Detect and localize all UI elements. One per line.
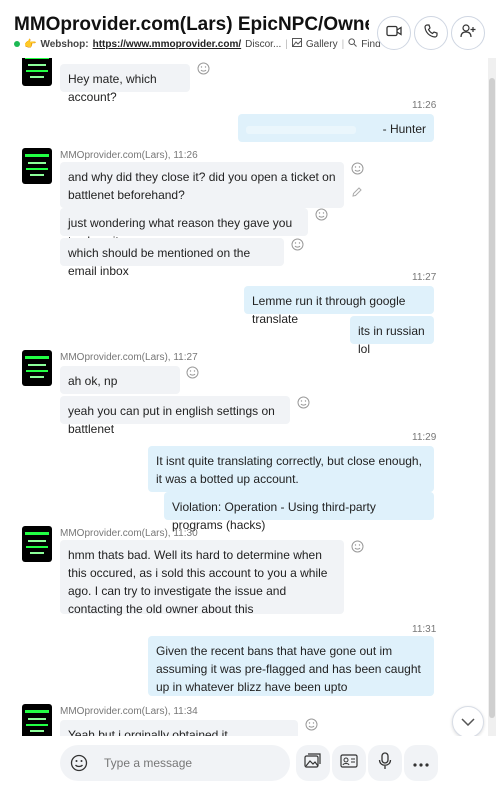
avatar[interactable] (22, 526, 52, 562)
chat-header: MMOprovider.com(Lars) EpicNPC/Owne... 👉 … (0, 0, 496, 59)
timestamp: 11:31 (412, 624, 437, 635)
add-reaction-icon[interactable] (351, 162, 364, 175)
video-call-icon (386, 24, 402, 42)
message-bubble-outgoing[interactable]: It isnt quite translating correctly, but… (148, 446, 434, 492)
redacted-text (246, 125, 356, 134)
message-bubble-incoming[interactable]: ah ok, np (60, 366, 180, 394)
audio-call-button[interactable] (414, 16, 448, 50)
message-bubble-incoming[interactable]: Yeah but i orginally obtained it somewhe… (60, 720, 298, 736)
message-bubble-incoming[interactable]: hmm thats bad. Well its hard to determin… (60, 540, 344, 616)
divider: | (285, 38, 288, 50)
message-bubble-incoming[interactable]: and why did they close it? did you open … (60, 162, 344, 208)
conversation-title[interactable]: MMOprovider.com(Lars) EpicNPC/Owne... (14, 14, 369, 36)
scroll-to-bottom-button[interactable] (452, 706, 484, 738)
timestamp: 11:29 (412, 432, 437, 443)
message-text: its in russian lol (358, 324, 425, 356)
avatar[interactable] (22, 350, 52, 386)
message-list[interactable]: Hey mate, which account? 11:26 - Hunter … (0, 58, 488, 736)
add-person-icon (460, 23, 476, 43)
microphone-icon (378, 751, 392, 775)
webshop-label: Webshop: (40, 38, 89, 50)
add-reaction-icon[interactable] (305, 718, 318, 731)
online-status-dot (14, 41, 20, 47)
add-reaction-icon[interactable] (315, 208, 328, 221)
timestamp: 11:26 (412, 100, 437, 111)
add-reaction-icon[interactable] (351, 540, 364, 553)
message-bubble-outgoing[interactable]: Lemme run it through google translate (244, 286, 434, 326)
voice-message-button[interactable] (368, 745, 402, 781)
search-icon (348, 38, 358, 50)
discord-text: Discor... (245, 38, 282, 50)
message-bubble-outgoing[interactable]: its in russian lol (350, 316, 434, 356)
scrollbar-thumb[interactable] (489, 78, 495, 718)
avatar[interactable] (22, 148, 52, 184)
contact-card-icon (340, 753, 358, 773)
message-text: Hey mate, which account? (68, 72, 157, 104)
message-text: and why did they close it? did you open … (68, 170, 336, 202)
gallery-icon (291, 38, 302, 50)
divider: | (341, 38, 345, 50)
message-text: - Hunter (382, 122, 426, 136)
gallery-icon (304, 752, 322, 774)
avatar[interactable] (22, 704, 52, 736)
chevron-down-icon (461, 713, 475, 731)
edit-icon[interactable] (351, 185, 363, 197)
more-icon (413, 754, 429, 772)
conversation-meta: 👉 Webshop: https://www.mmoprovider.com/ … (14, 38, 381, 50)
message-bubble-incoming[interactable]: yeah you can put in english settings on … (60, 396, 290, 436)
add-reaction-icon[interactable] (297, 396, 310, 409)
add-reaction-icon[interactable] (197, 62, 210, 75)
sender-name: MMOprovider.com(Lars), 11:26 (60, 150, 198, 161)
message-text: which should be mentioned on the email i… (68, 246, 251, 278)
message-text: hmm thats bad. Well its hard to determin… (68, 548, 328, 616)
message-placeholder: Type a message (104, 756, 193, 770)
sender-name: MMOprovider.com(Lars), 11:30 (60, 528, 198, 539)
message-bubble-outgoing[interactable]: Violation: Operation - Using third-party… (164, 492, 434, 532)
media-button[interactable] (296, 745, 330, 781)
message-text: ah ok, np (68, 374, 118, 388)
add-reaction-icon[interactable] (186, 366, 199, 379)
message-bubble-outgoing[interactable]: Given the recent bans that have gone out… (148, 636, 434, 696)
message-text: yeah you can put in english settings on … (68, 404, 275, 436)
message-composer: Type a message (0, 736, 496, 800)
emoji-icon[interactable] (70, 754, 88, 777)
message-bubble-incoming[interactable]: Hey mate, which account? (60, 64, 190, 104)
message-bubble-incoming[interactable]: which should be mentioned on the email i… (60, 238, 284, 278)
message-text: It isnt quite translating correctly, but… (156, 454, 422, 486)
pointing-emoji: 👉 (24, 38, 37, 50)
webshop-link[interactable]: https://www.mmoprovider.com/ (93, 39, 242, 50)
message-bubble-incoming[interactable]: just wondering what reason they gave you… (60, 208, 308, 248)
gallery-link[interactable]: Gallery (306, 39, 338, 50)
message-text: Yeah but i orginally obtained it somewhe… (68, 728, 228, 736)
message-text: Given the recent bans that have gone out… (156, 644, 421, 694)
message-bubble-outgoing[interactable]: - Hunter (238, 114, 434, 142)
scrollbar[interactable] (488, 58, 496, 736)
message-input[interactable]: Type a message (60, 745, 290, 781)
video-call-button[interactable] (377, 16, 411, 50)
sender-name: MMOprovider.com(Lars), 11:34 (60, 706, 198, 717)
avatar[interactable] (22, 58, 52, 86)
add-participant-button[interactable] (451, 16, 485, 50)
message-text: Violation: Operation - Using third-party… (172, 500, 376, 532)
contact-card-button[interactable] (332, 745, 366, 781)
call-icon (424, 23, 438, 43)
timestamp: 11:27 (412, 272, 437, 283)
sender-name: MMOprovider.com(Lars), 11:27 (60, 352, 198, 363)
add-reaction-icon[interactable] (291, 238, 304, 251)
more-options-button[interactable] (404, 745, 438, 781)
